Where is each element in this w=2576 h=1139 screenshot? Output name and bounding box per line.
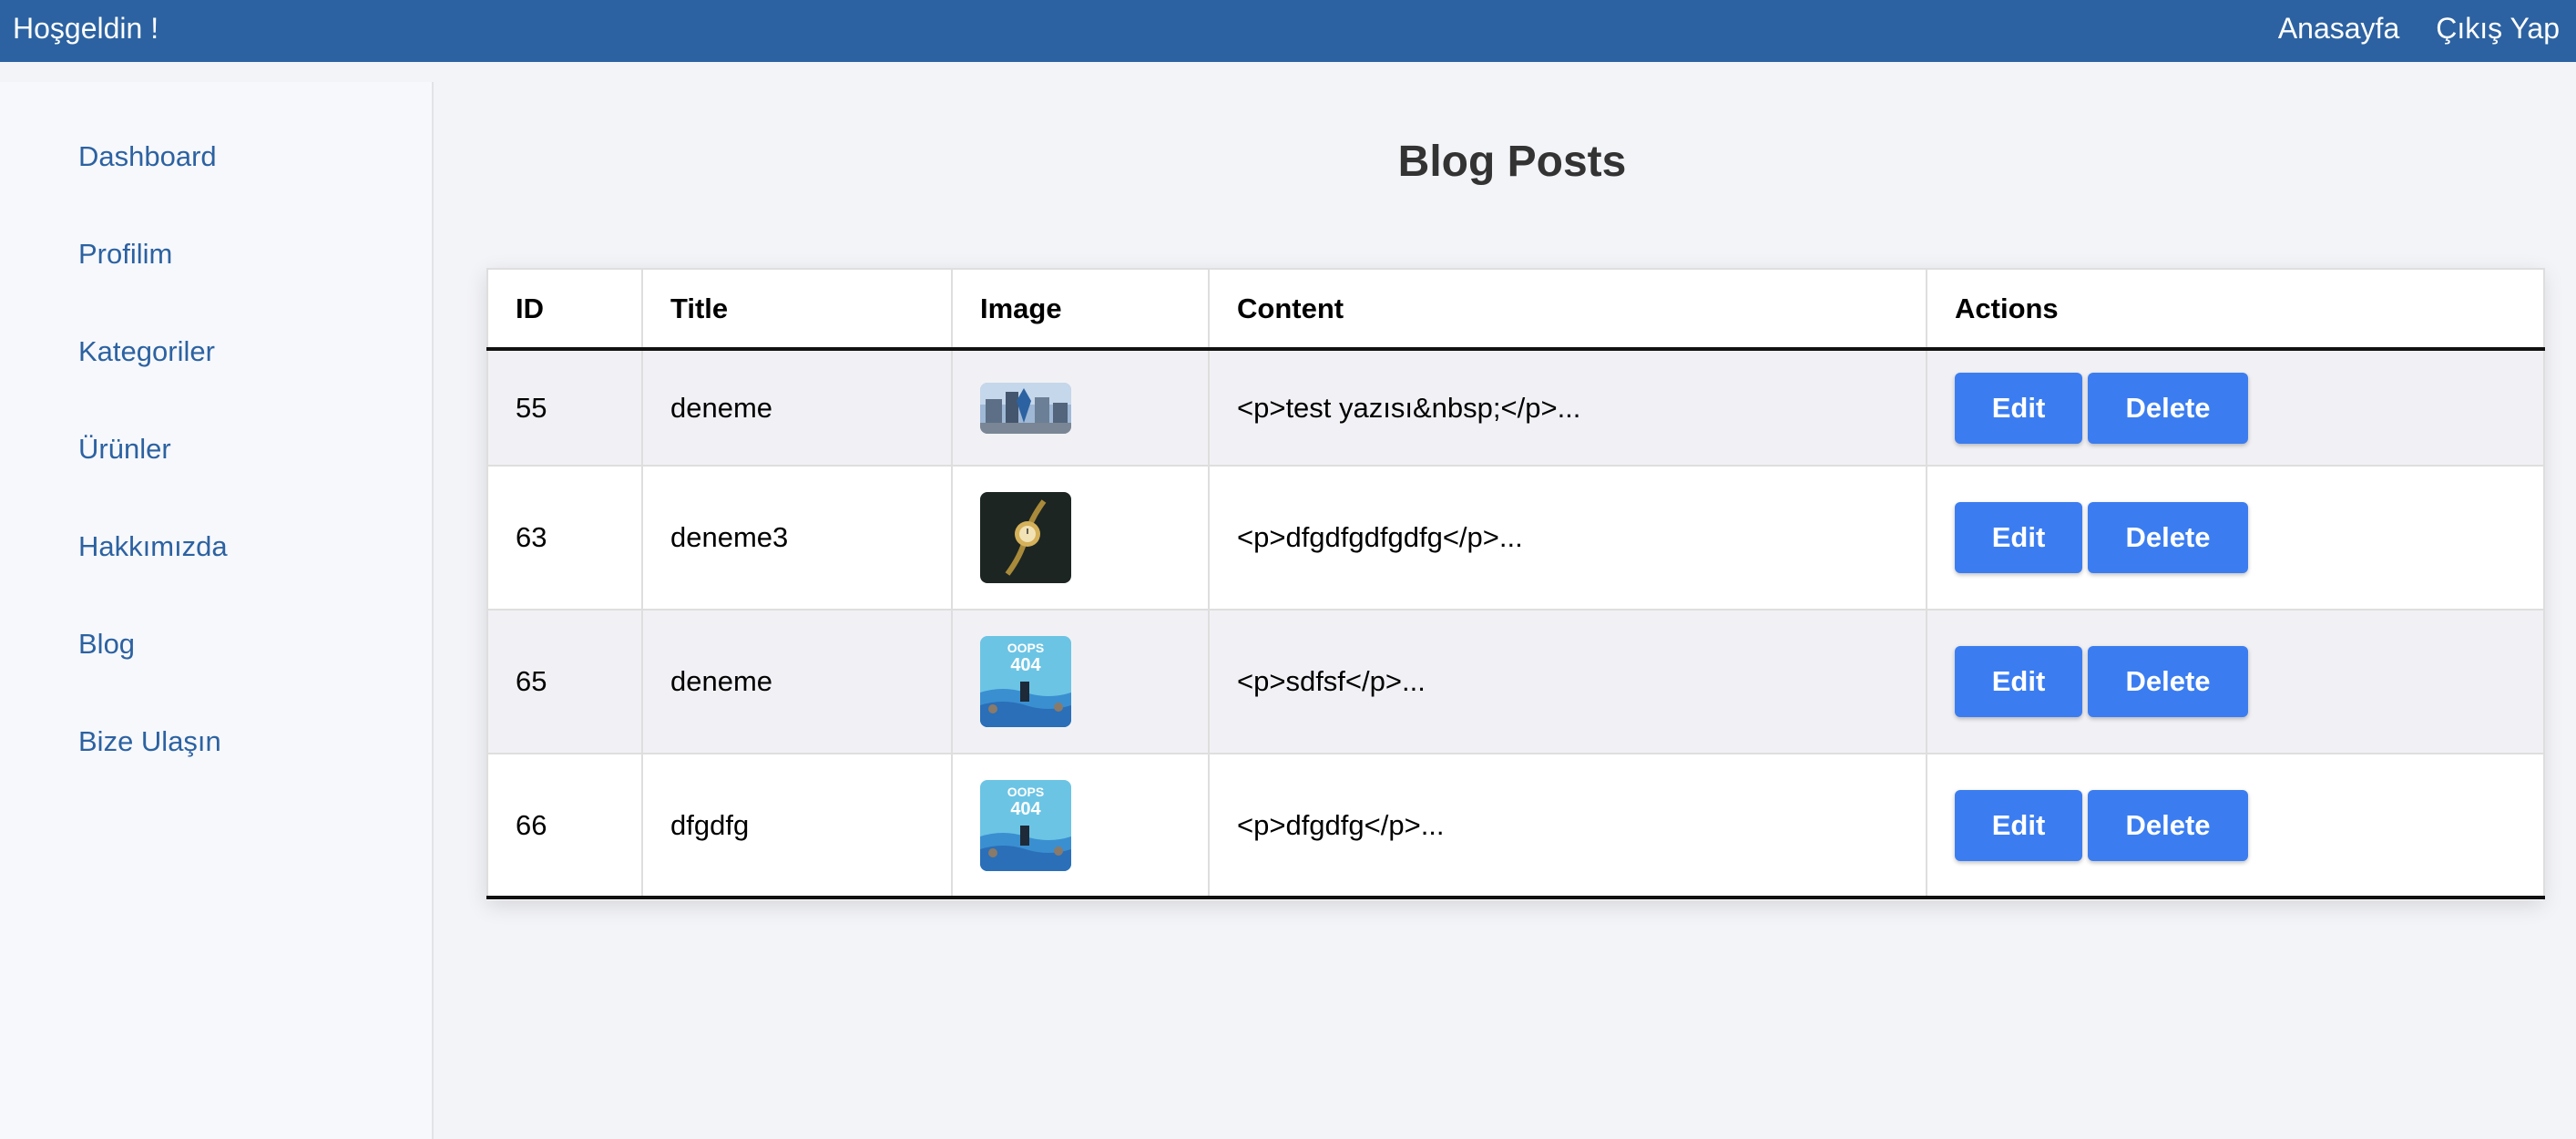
cell-title: deneme3 xyxy=(641,466,953,610)
column-header-content: Content xyxy=(1208,268,1927,351)
oops-text: OOPS xyxy=(1007,785,1044,799)
cell-image: OOPS 404 xyxy=(951,610,1210,754)
cell-image xyxy=(951,466,1210,610)
delete-button[interactable]: Delete xyxy=(2088,646,2248,717)
table-row: 66 dfgdfg OOPS 404 <p>dfgdfg</p>... Edit… xyxy=(486,754,2545,898)
sidebar-item-blog[interactable]: Blog xyxy=(78,628,135,661)
edit-button[interactable]: Edit xyxy=(1955,789,2082,861)
edit-button[interactable]: Edit xyxy=(1955,372,2082,444)
column-header-image: Image xyxy=(951,268,1210,351)
cell-actions: Edit Delete xyxy=(1926,610,2545,754)
cell-actions: Edit Delete xyxy=(1926,754,2545,898)
cell-content: <p>test yazısı&nbsp;</p>... xyxy=(1208,349,1927,466)
oops-404-thumbnail: OOPS 404 xyxy=(980,636,1071,727)
welcome-text: Hoşgeldin ! xyxy=(13,12,159,45)
top-navbar: Hoşgeldin ! Anasayfa Çıkış Yap xyxy=(0,0,2576,62)
cell-id: 66 xyxy=(486,754,643,898)
cell-title: deneme xyxy=(641,349,953,466)
cell-image xyxy=(951,349,1210,466)
sidebar-item-categories[interactable]: Kategoriler xyxy=(78,335,215,368)
sidebar-item-dashboard[interactable]: Dashboard xyxy=(78,140,217,173)
cell-actions: Edit Delete xyxy=(1926,349,2545,466)
delete-button[interactable]: Delete xyxy=(2088,789,2248,861)
city-photo-thumbnail xyxy=(980,382,1071,434)
delete-button[interactable]: Delete xyxy=(2088,372,2248,444)
column-header-title: Title xyxy=(641,268,953,351)
table-row: 65 deneme OOPS 404 <p>sdfsf</p>... Edit … xyxy=(486,610,2545,754)
table-header-row: ID Title Image Content Actions xyxy=(486,268,2545,351)
edit-button[interactable]: Edit xyxy=(1955,646,2082,717)
table-row: 55 deneme <p>test yazısı&nbsp;</p>... Ed… xyxy=(486,349,2545,466)
cell-image: OOPS 404 xyxy=(951,754,1210,898)
sidebar-item-products[interactable]: Ürünler xyxy=(78,433,171,466)
blog-posts-table: ID Title Image Content Actions 55 deneme xyxy=(486,268,2545,899)
oops-text: OOPS xyxy=(1007,641,1044,655)
cell-content: <p>dfgdfgdfgdfg</p>... xyxy=(1208,466,1927,610)
edit-button[interactable]: Edit xyxy=(1955,502,2082,573)
page-title: Blog Posts xyxy=(1397,138,1627,186)
delete-button[interactable]: Delete xyxy=(2088,502,2248,573)
cell-title: dfgdfg xyxy=(641,754,953,898)
cell-content: <p>sdfsf</p>... xyxy=(1208,610,1927,754)
sidebar: Dashboard Profilim Kategoriler Ürünler H… xyxy=(0,82,434,1139)
cell-id: 65 xyxy=(486,610,643,754)
column-header-id: ID xyxy=(486,268,643,351)
home-link[interactable]: Anasayfa xyxy=(2278,12,2399,46)
table-row: 63 deneme3 <p>dfgdfgdfgdfg</p>... Edit De… xyxy=(486,466,2545,610)
blog-posts-table-container: ID Title Image Content Actions 55 deneme xyxy=(486,268,2545,900)
cell-actions: Edit Delete xyxy=(1926,466,2545,610)
cell-content: <p>dfgdfg</p>... xyxy=(1208,754,1927,898)
cell-id: 63 xyxy=(486,466,643,610)
sidebar-item-contact[interactable]: Bize Ulaşın xyxy=(78,725,221,758)
column-header-actions: Actions xyxy=(1926,268,2545,351)
sidebar-item-profile[interactable]: Profilim xyxy=(78,238,172,271)
top-nav: Anasayfa Çıkış Yap xyxy=(2278,12,2560,46)
oops-404-thumbnail: OOPS 404 xyxy=(980,779,1071,871)
404-text: 404 xyxy=(1010,655,1041,675)
sidebar-item-about[interactable]: Hakkımızda xyxy=(78,530,228,563)
cell-id: 55 xyxy=(486,349,643,466)
logout-link[interactable]: Çıkış Yap xyxy=(2436,12,2560,46)
watch-photo-thumbnail xyxy=(980,492,1071,583)
cell-title: deneme xyxy=(641,610,953,754)
404-text: 404 xyxy=(1010,799,1041,819)
